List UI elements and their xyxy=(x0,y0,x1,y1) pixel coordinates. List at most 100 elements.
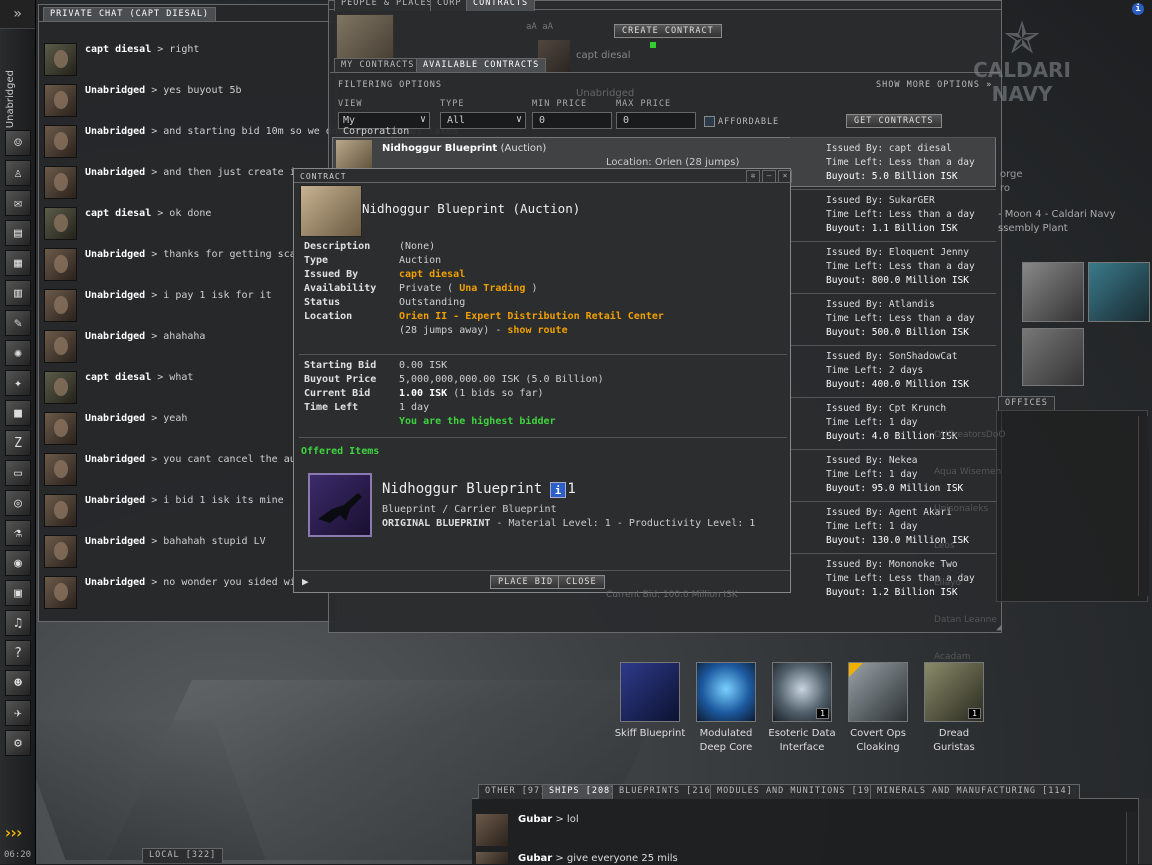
availability-corp-link[interactable]: Una Trading xyxy=(459,283,525,294)
info-icon[interactable]: ? xyxy=(5,640,31,666)
assets-icon[interactable]: ▦ xyxy=(5,250,31,276)
service-icon-3[interactable] xyxy=(1022,328,1084,386)
character-icon[interactable]: ☺ xyxy=(5,130,31,156)
market-icon[interactable]: ■ xyxy=(5,400,31,426)
avatar[interactable] xyxy=(44,125,77,158)
neocom-arrows-icon[interactable]: ››› xyxy=(3,823,24,842)
avatar[interactable] xyxy=(476,852,508,864)
local-scrollbar[interactable] xyxy=(1126,812,1137,864)
neocom-expand-icon[interactable]: » xyxy=(0,0,35,29)
affordable-checkbox[interactable] xyxy=(704,116,715,127)
location-link[interactable]: Orien II - Expert Distribution Retail Ce… xyxy=(399,311,664,322)
font-size-controls[interactable]: aA aA xyxy=(526,22,553,32)
chat-sender[interactable]: capt diesal xyxy=(85,44,151,55)
offices-tab[interactable]: OFFICES xyxy=(998,396,1055,411)
contract-row[interactable]: Issued By: Atlandis Time Left: Less than … xyxy=(790,293,996,343)
contract-row[interactable]: Issued By: capt diesal Time Left: Less th… xyxy=(790,137,996,187)
avatar[interactable] xyxy=(44,207,77,240)
chat-sender[interactable]: capt diesal xyxy=(85,208,151,219)
tab-corp[interactable]: CORP xyxy=(430,0,469,11)
max-price-input[interactable]: 0 xyxy=(616,112,696,129)
chat-sender[interactable]: Unabridged xyxy=(85,331,145,342)
show-route-link[interactable]: show route xyxy=(507,325,567,336)
contract-row[interactable]: Issued By: Eloquent Jenny Time Left: Less… xyxy=(790,241,996,291)
portrait-icon[interactable]: ☻ xyxy=(5,670,31,696)
local-sender[interactable]: Gubar xyxy=(518,814,552,825)
audio-icon[interactable]: ♫ xyxy=(5,610,31,636)
chat-sender[interactable]: Unabridged xyxy=(85,413,145,424)
map-icon[interactable]: ✺ xyxy=(5,340,31,366)
avatar[interactable] xyxy=(44,43,77,76)
tab-my-contracts[interactable]: MY CONTRACTS xyxy=(334,58,422,73)
wallet-icon[interactable]: ▥ xyxy=(5,280,31,306)
chat-sender[interactable]: Unabridged xyxy=(85,495,145,506)
show-info-icon[interactable]: i xyxy=(550,482,566,498)
covert-ops-cloaking-icon[interactable] xyxy=(848,662,908,722)
mail-icon[interactable]: ✉ xyxy=(5,190,31,216)
journal-icon[interactable]: ✎ xyxy=(5,310,31,336)
tab-contracts[interactable]: CONTRACTS xyxy=(466,0,536,11)
type-filter-select[interactable]: All ∨ xyxy=(440,112,526,129)
avatar[interactable] xyxy=(44,453,77,486)
browser-icon[interactable]: ◉ xyxy=(5,550,31,576)
chat-sender[interactable]: Unabridged xyxy=(85,249,145,260)
blueprint-icon[interactable] xyxy=(308,473,372,537)
tab-people-places[interactable]: PEOPLE & PLACES xyxy=(334,0,440,11)
log-icon[interactable]: ▣ xyxy=(5,580,31,606)
chat-sender[interactable]: Unabridged xyxy=(85,126,145,137)
skiff-blueprint-icon[interactable] xyxy=(620,662,680,722)
corporation-icon[interactable]: ✦ xyxy=(5,370,31,396)
calculator-icon[interactable]: ▭ xyxy=(5,460,31,486)
modulated-deep-core-icon[interactable] xyxy=(696,662,756,722)
issued-by-link[interactable]: capt diesal xyxy=(399,269,465,280)
chat-sender[interactable]: Unabridged xyxy=(85,454,145,465)
notepad-icon[interactable]: ▤ xyxy=(5,220,31,246)
avatar[interactable] xyxy=(44,576,77,609)
min-price-input[interactable]: 0 xyxy=(532,112,612,129)
dread-guristas-icon[interactable]: 1 xyxy=(924,662,984,722)
ships-icon[interactable]: ✈ xyxy=(5,700,31,726)
tab-minerals-manufacturing[interactable]: MINERALS AND MANUFACTURING [114] xyxy=(870,784,1080,799)
avatar[interactable] xyxy=(44,84,77,117)
private-chat-tab[interactable]: PRIVATE CHAT (CAPT DIESAL) xyxy=(43,7,217,22)
tab-modules-munitions[interactable]: MODULES AND MUNITIONS [197] xyxy=(710,784,890,799)
avatar[interactable] xyxy=(44,535,77,568)
chat-sender[interactable]: Unabridged xyxy=(85,577,145,588)
get-contracts-button[interactable]: GET CONTRACTS xyxy=(846,114,942,128)
fitting-icon[interactable]: ⚙ xyxy=(5,730,31,756)
contract-row[interactable]: Issued By: SonShadowCat Time Left: 2 days… xyxy=(790,345,996,395)
local-chat-tab[interactable]: LOCAL [322] xyxy=(142,848,224,863)
view-filter-select[interactable]: My Corporation ∨ xyxy=(338,112,430,137)
offices-scrollbar[interactable] xyxy=(1138,416,1149,596)
people-icon[interactable]: ♙ xyxy=(5,160,31,186)
help-icon[interactable]: ◎ xyxy=(5,490,31,516)
info-icon[interactable]: i xyxy=(1132,3,1144,15)
expand-arrow-icon[interactable]: ▶ xyxy=(302,575,309,588)
avatar[interactable] xyxy=(44,166,77,199)
chat-sender[interactable]: Unabridged xyxy=(85,536,145,547)
avatar[interactable] xyxy=(44,412,77,445)
chat-sender[interactable]: capt diesal xyxy=(85,372,151,383)
tab-blueprints[interactable]: BLUEPRINTS [216] xyxy=(612,784,724,799)
local-sender[interactable]: Gubar xyxy=(518,853,552,864)
esoteric-data-interface-icon[interactable]: 1 xyxy=(772,662,832,722)
chat-sender[interactable]: Unabridged xyxy=(85,167,145,178)
chat-sender[interactable]: Unabridged xyxy=(85,290,145,301)
contract-row[interactable]: Issued By: SukarGER Time Left: Less than … xyxy=(790,189,996,239)
avatar[interactable] xyxy=(476,814,508,846)
avatar[interactable] xyxy=(44,330,77,363)
service-icon-2[interactable] xyxy=(1088,262,1150,322)
close-button[interactable]: CLOSE xyxy=(558,575,605,589)
tab-available-contracts[interactable]: AVAILABLE CONTRACTS xyxy=(416,58,547,73)
avatar[interactable] xyxy=(44,248,77,281)
avatar[interactable] xyxy=(44,289,77,322)
chat-sender[interactable]: Unabridged xyxy=(85,85,145,96)
science-icon[interactable]: ⚗ xyxy=(5,520,31,546)
create-contract-button[interactable]: CREATE CONTRACT xyxy=(614,24,722,38)
contracts-icon[interactable]: Z xyxy=(5,430,31,456)
service-icon-1[interactable] xyxy=(1022,262,1084,322)
avatar[interactable] xyxy=(44,494,77,527)
place-bid-button[interactable]: PLACE BID xyxy=(490,575,562,589)
avatar[interactable] xyxy=(44,371,77,404)
contract-row[interactable]: Issued By: Mononoke Two Time Left: Less t… xyxy=(790,553,996,603)
